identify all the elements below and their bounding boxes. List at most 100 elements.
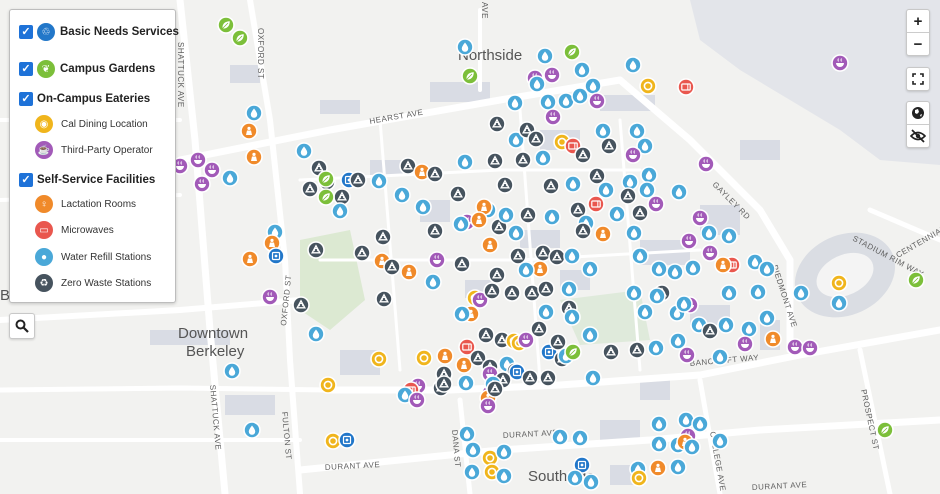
water-refill-marker[interactable] (223, 362, 241, 380)
water-refill-marker[interactable] (647, 339, 665, 357)
water-refill-marker[interactable] (456, 38, 474, 56)
water-refill-marker[interactable] (625, 224, 643, 242)
zero-waste-marker[interactable] (435, 375, 453, 393)
water-refill-marker[interactable] (669, 458, 687, 476)
third-party-marker[interactable] (680, 232, 698, 250)
hide-markers-button[interactable] (907, 124, 929, 147)
water-refill-marker[interactable] (594, 122, 612, 140)
water-refill-marker[interactable] (307, 325, 325, 343)
checkbox-basic-needs[interactable]: ✓ (19, 25, 33, 39)
zoom-out-button[interactable]: − (907, 32, 929, 55)
water-refill-marker[interactable] (631, 247, 649, 265)
zero-waste-marker[interactable] (542, 177, 560, 195)
water-refill-marker[interactable] (571, 429, 589, 447)
water-refill-marker[interactable] (683, 438, 701, 456)
garden-marker[interactable] (461, 67, 479, 85)
zero-waste-marker[interactable] (701, 322, 719, 340)
zero-waste-marker[interactable] (307, 241, 325, 259)
water-refill-marker[interactable] (608, 205, 626, 223)
checkbox-self-service[interactable]: ✓ (19, 173, 33, 187)
water-refill-marker[interactable] (624, 56, 642, 74)
zero-waste-marker[interactable] (426, 165, 444, 183)
third-party-marker[interactable] (831, 54, 849, 72)
zero-waste-marker[interactable] (292, 296, 310, 314)
zero-waste-marker[interactable] (514, 151, 532, 169)
water-refill-marker[interactable] (497, 206, 515, 224)
cal-dining-marker[interactable] (639, 77, 657, 95)
third-party-marker[interactable] (408, 391, 426, 409)
checkbox-eateries[interactable]: ✓ (19, 92, 33, 106)
zero-waste-marker[interactable] (375, 290, 393, 308)
third-party-marker[interactable] (691, 209, 709, 227)
water-refill-marker[interactable] (458, 425, 476, 443)
zero-waste-marker[interactable] (301, 180, 319, 198)
zoom-in-button[interactable]: + (907, 10, 929, 32)
water-refill-marker[interactable] (597, 181, 615, 199)
zero-waste-marker[interactable] (486, 380, 504, 398)
water-refill-marker[interactable] (507, 224, 525, 242)
microwave-marker[interactable] (587, 195, 605, 213)
zero-waste-marker[interactable] (374, 228, 392, 246)
water-refill-marker[interactable] (670, 183, 688, 201)
cal-dining-marker[interactable] (830, 274, 848, 292)
water-refill-marker[interactable] (331, 202, 349, 220)
zero-waste-marker[interactable] (483, 282, 501, 300)
zero-waste-marker[interactable] (527, 130, 545, 148)
third-party-marker[interactable] (517, 331, 535, 349)
garden-marker[interactable] (563, 43, 581, 61)
fullscreen-button[interactable] (907, 68, 929, 90)
water-refill-marker[interactable] (584, 369, 602, 387)
water-refill-marker[interactable] (582, 473, 600, 491)
zero-waste-marker[interactable] (477, 326, 495, 344)
water-refill-marker[interactable] (457, 374, 475, 392)
third-party-marker[interactable] (544, 108, 562, 126)
zero-waste-marker[interactable] (449, 185, 467, 203)
zero-waste-marker[interactable] (453, 255, 471, 273)
zero-waste-marker[interactable] (588, 167, 606, 185)
search-button[interactable] (9, 313, 35, 339)
garden-marker[interactable] (317, 170, 335, 188)
water-refill-marker[interactable] (370, 172, 388, 190)
zero-waste-marker[interactable] (537, 280, 555, 298)
water-refill-marker[interactable] (581, 260, 599, 278)
lactation-marker[interactable] (714, 256, 732, 274)
cal-dining-marker[interactable] (319, 376, 337, 394)
water-refill-marker[interactable] (539, 93, 557, 111)
water-refill-marker[interactable] (243, 421, 261, 439)
water-refill-marker[interactable] (560, 280, 578, 298)
water-refill-marker[interactable] (506, 94, 524, 112)
water-refill-marker[interactable] (740, 320, 758, 338)
zero-waste-marker[interactable] (486, 152, 504, 170)
zero-waste-marker[interactable] (628, 341, 646, 359)
garden-marker[interactable] (907, 271, 925, 289)
garden-marker[interactable] (876, 421, 894, 439)
garden-marker[interactable] (231, 29, 249, 47)
legend-basic-needs[interactable]: ✓ ♲ Basic Needs Services (19, 21, 179, 43)
water-refill-marker[interactable] (638, 181, 656, 199)
globe-button[interactable] (907, 102, 929, 124)
water-refill-marker[interactable] (452, 215, 470, 233)
zero-waste-marker[interactable] (539, 369, 557, 387)
water-refill-marker[interactable] (666, 263, 684, 281)
basic-needs-marker[interactable] (338, 431, 356, 449)
lactation-marker[interactable] (594, 225, 612, 243)
water-refill-marker[interactable] (536, 47, 554, 65)
water-refill-marker[interactable] (495, 443, 513, 461)
third-party-marker[interactable] (786, 338, 804, 356)
water-refill-marker[interactable] (711, 348, 729, 366)
lactation-marker[interactable] (481, 236, 499, 254)
third-party-marker[interactable] (479, 397, 497, 415)
microwave-marker[interactable] (677, 78, 695, 96)
cal-dining-marker[interactable] (630, 469, 648, 487)
water-refill-marker[interactable] (424, 273, 442, 291)
legend-eateries[interactable]: ✓ On-Campus Eateries (19, 88, 175, 110)
water-refill-marker[interactable] (720, 227, 738, 245)
zero-waste-marker[interactable] (503, 284, 521, 302)
water-refill-marker[interactable] (720, 284, 738, 302)
zero-waste-marker[interactable] (488, 115, 506, 133)
zero-waste-marker[interactable] (488, 266, 506, 284)
lactation-marker[interactable] (470, 211, 488, 229)
water-refill-marker[interactable] (830, 294, 848, 312)
water-refill-marker[interactable] (625, 284, 643, 302)
water-refill-marker[interactable] (573, 61, 591, 79)
